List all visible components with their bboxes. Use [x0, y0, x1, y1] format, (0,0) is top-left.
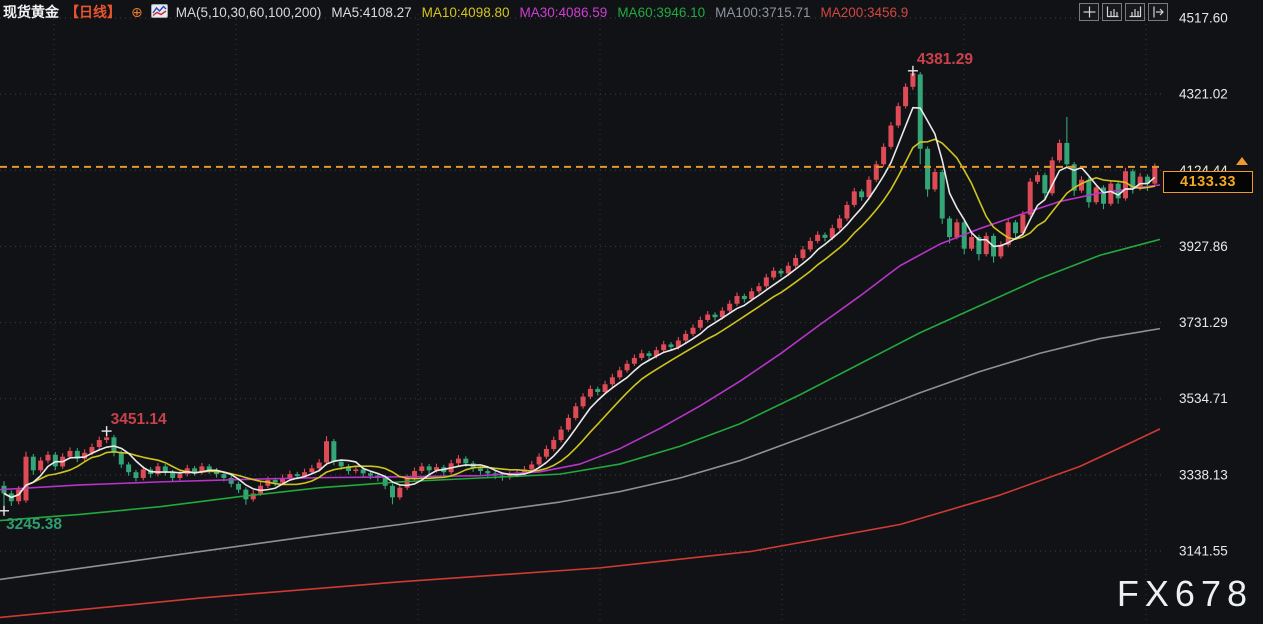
- ma-line-MA200: [0, 429, 1160, 618]
- ma-lines: [0, 108, 1160, 618]
- chart-type-icon[interactable]: [151, 4, 168, 21]
- scale-left-icon[interactable]: [1102, 3, 1122, 21]
- axis-label: 3534.71: [1179, 391, 1228, 406]
- axis-label: 3141.55: [1179, 544, 1228, 559]
- price-annotation: 3245.38: [6, 516, 62, 533]
- chart-toolbar: [1079, 3, 1168, 21]
- ma-line-MA60: [0, 239, 1160, 520]
- scale-right-icon[interactable]: [1125, 3, 1145, 21]
- chart-window: 4381.293451.143245.384517.604321.024124.…: [0, 0, 1263, 624]
- ma10-legend: MA10:4098.80: [422, 5, 510, 20]
- price-chart-canvas[interactable]: 4381.293451.143245.384517.604321.024124.…: [0, 0, 1263, 624]
- ma-group-label[interactable]: MA(5,10,30,60,100,200): [176, 5, 322, 20]
- ma60-legend: MA60:3946.10: [617, 5, 705, 20]
- axis-label: 4321.02: [1179, 87, 1228, 102]
- ma30-legend: MA30:4086.59: [519, 5, 607, 20]
- axis-label: 4517.60: [1179, 11, 1228, 26]
- ma200-legend: MA200:3456.9: [820, 5, 908, 20]
- axis-label: 3731.29: [1179, 315, 1228, 330]
- chart-header: 现货黄金 【日线】 ⊕ MA(5,10,30,60,100,200) MA5:4…: [3, 2, 908, 22]
- price-annotation: 3451.14: [111, 411, 167, 428]
- period-label[interactable]: 【日线】: [65, 2, 121, 22]
- ma-line-MA100: [0, 329, 1160, 580]
- shift-right-icon[interactable]: [1148, 3, 1168, 21]
- price-annotation: 4381.29: [917, 51, 973, 68]
- ma5-legend: MA5:4108.27: [331, 5, 411, 20]
- symbol-label: 现货黄金: [3, 2, 59, 22]
- ma100-legend: MA100:3715.71: [715, 5, 810, 20]
- add-indicator-icon[interactable]: ⊕: [131, 5, 143, 19]
- crosshair-icon[interactable]: [1079, 3, 1099, 21]
- current-price-label: 4133.33: [1163, 171, 1253, 193]
- y-axis: 4517.604321.024124.443927.863731.293534.…: [1179, 11, 1228, 559]
- axis-label: 3338.13: [1179, 467, 1228, 482]
- axis-label: 3927.86: [1179, 239, 1228, 254]
- price-up-arrow-icon: [1236, 157, 1248, 165]
- watermark: FX678: [1117, 573, 1253, 615]
- gridlines: [0, 14, 1162, 624]
- ma-line-MA10: [4, 139, 1155, 497]
- annotations: 4381.29 3451.14 3245.38: [0, 51, 973, 533]
